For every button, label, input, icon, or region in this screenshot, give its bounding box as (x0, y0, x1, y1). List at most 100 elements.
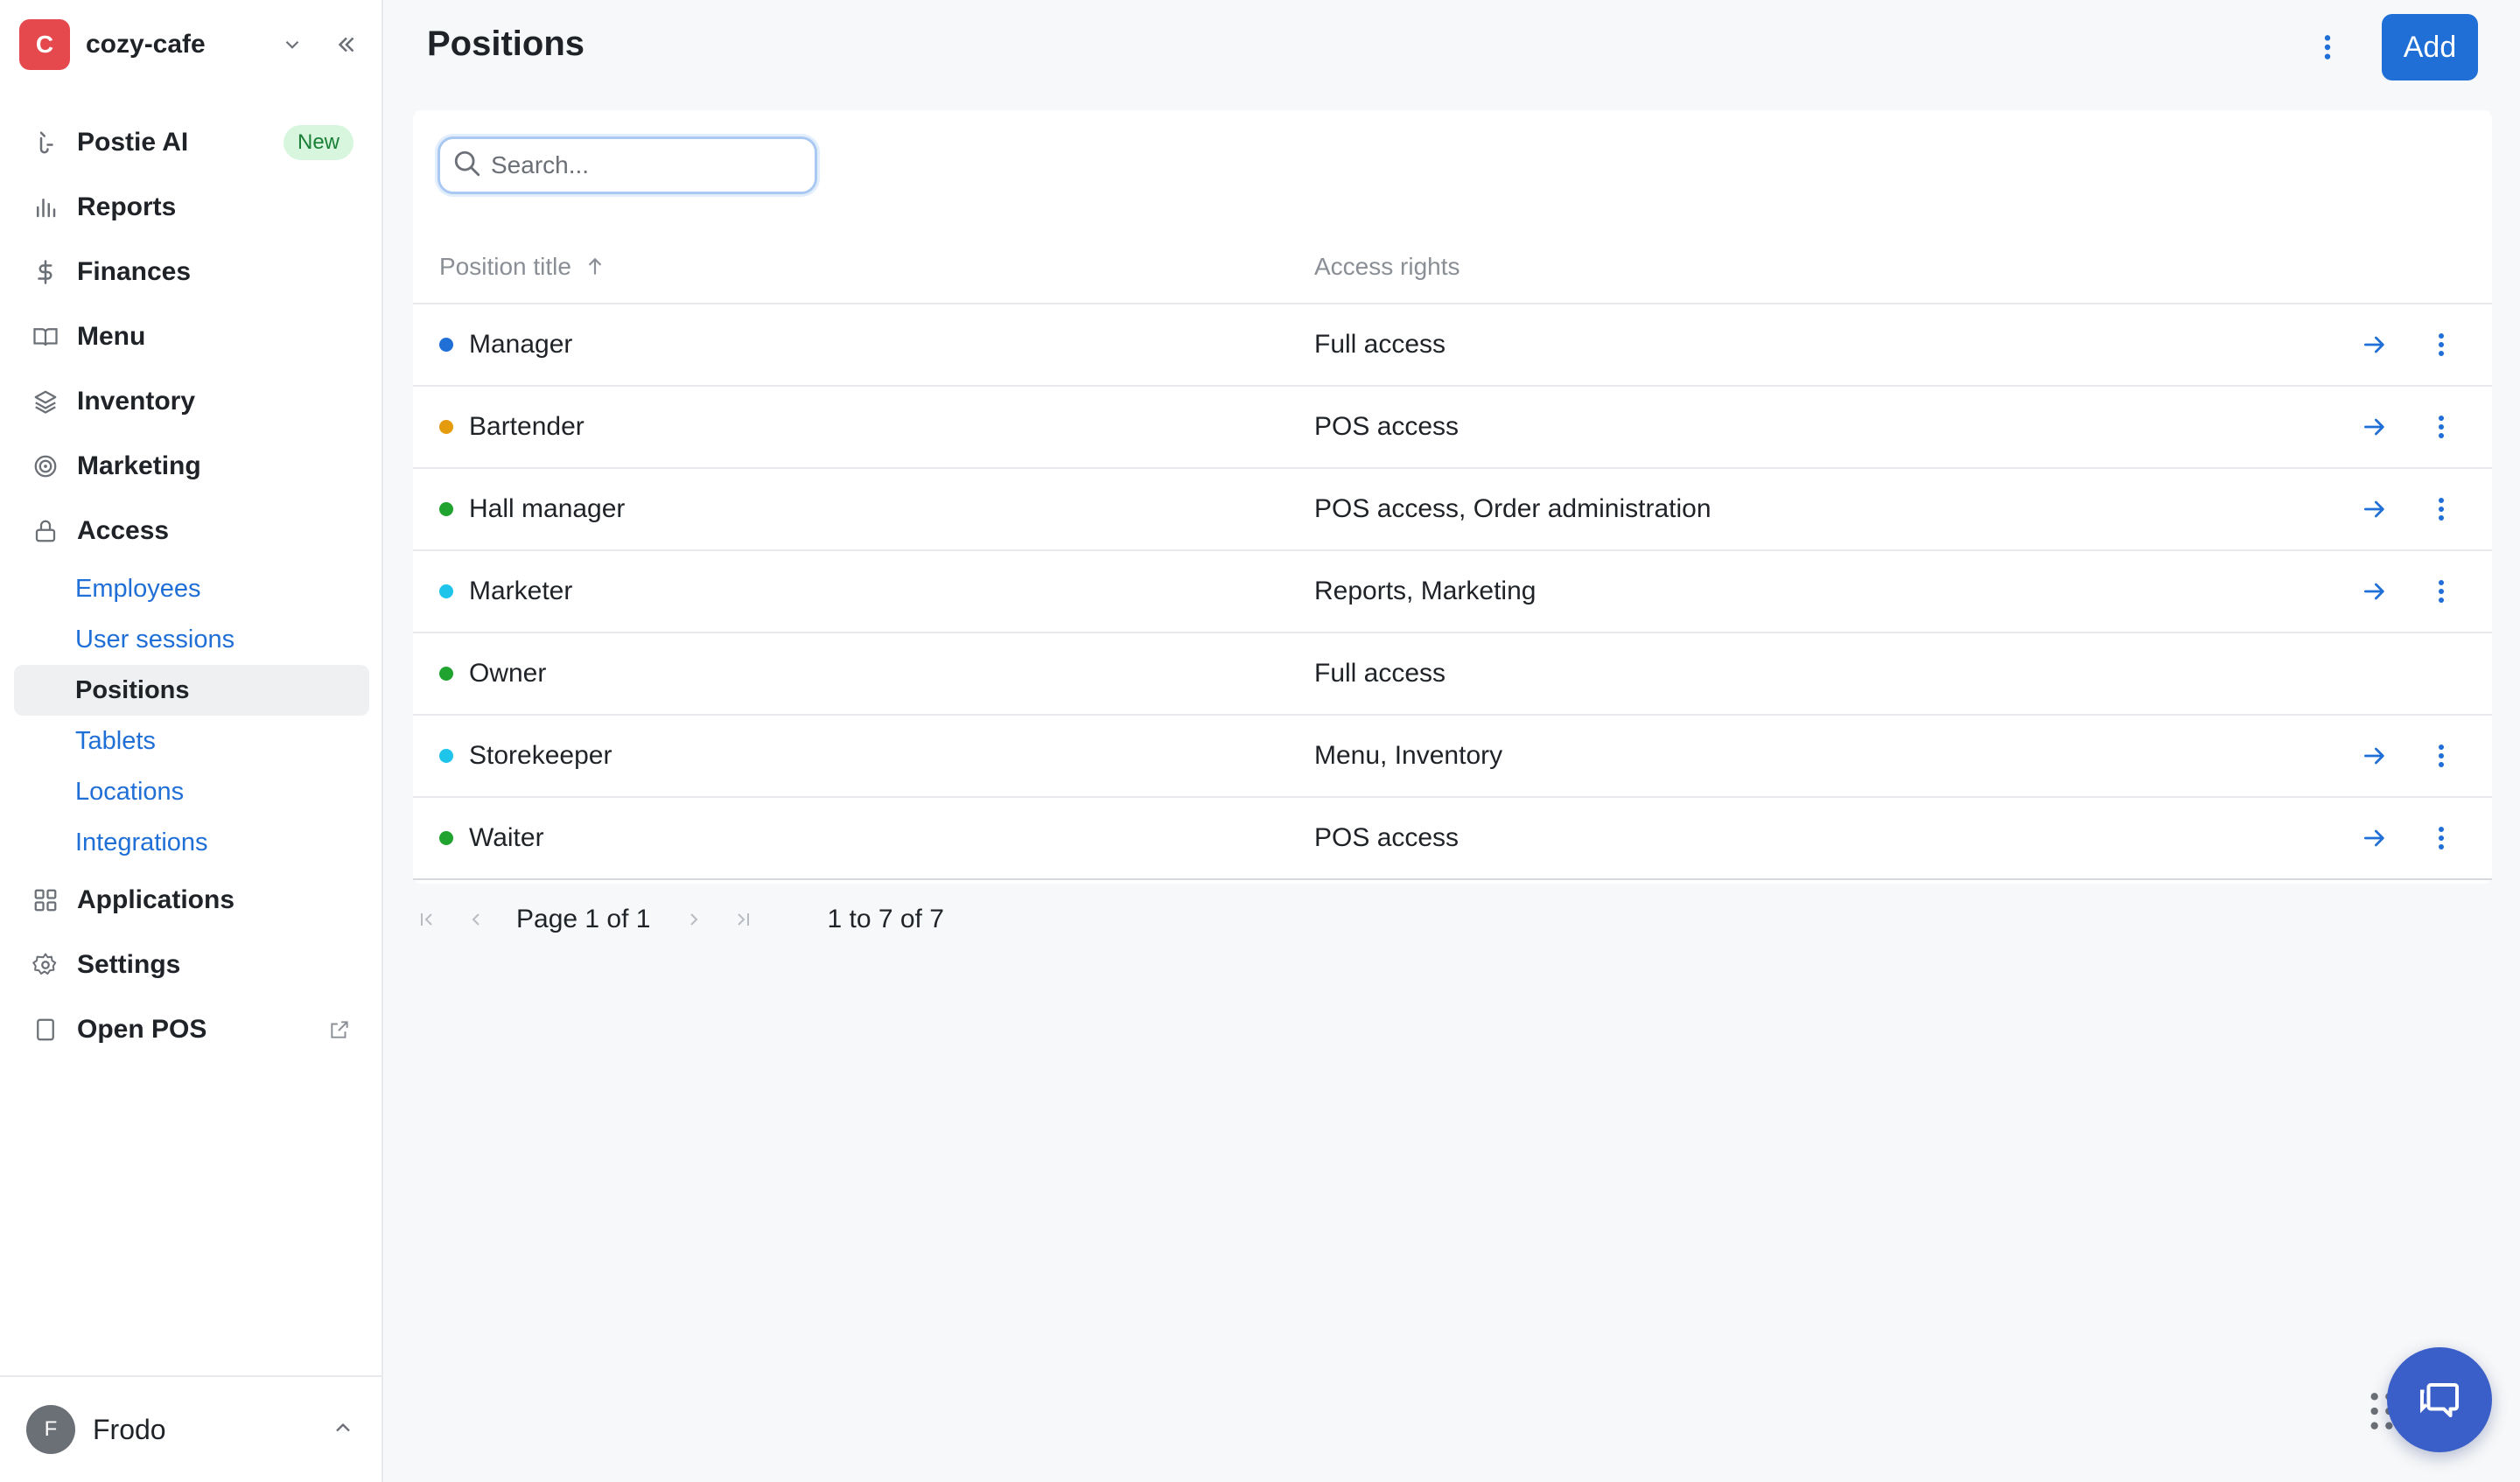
table-row[interactable]: Storekeeper Menu, Inventory (413, 716, 2492, 798)
row-count: 1 to 7 of 7 (827, 905, 944, 933)
sidebar-item-positions[interactable]: Positions (14, 665, 369, 716)
new-badge: New (283, 125, 354, 160)
nav-item-applications[interactable]: Applications (14, 868, 369, 933)
tablet-icon (30, 1014, 61, 1045)
access-rights: Menu, Inventory (1314, 741, 1503, 770)
nav-label: Finances (77, 257, 192, 286)
nav-item-open-pos[interactable]: Open POS (14, 997, 369, 1062)
position-title: Waiter (469, 823, 544, 852)
arrow-right-icon[interactable] (2357, 409, 2392, 444)
nav-item-reports[interactable]: Reports (14, 175, 369, 240)
column-header-access-rights[interactable]: Access rights (1314, 253, 1460, 281)
table-row[interactable]: Owner Full access (413, 633, 2492, 716)
arrow-right-icon[interactable] (2357, 738, 2392, 773)
page-title: Positions (427, 24, 585, 63)
access-rights: POS access, Order administration (1314, 494, 1712, 523)
access-rights: Reports, Marketing (1314, 577, 1536, 605)
nav-item-access[interactable]: Access (14, 499, 369, 563)
row-more-options-icon[interactable] (2424, 574, 2459, 609)
sidebar-item-employees[interactable]: Employees (14, 563, 369, 614)
nav-item-inventory[interactable]: Inventory (14, 369, 369, 434)
access-rights: POS access (1314, 823, 1460, 852)
position-color-dot (439, 831, 453, 845)
sort-ascending-icon (584, 255, 608, 279)
dollar-icon (30, 256, 61, 288)
row-more-options-icon[interactable] (2424, 327, 2459, 362)
positions-table-card: Position title Access rights Manager Full… (413, 110, 2492, 884)
row-more-options-icon[interactable] (2424, 492, 2459, 527)
nav-label: Open POS (77, 1015, 207, 1044)
table-row[interactable]: Manager Full access (413, 304, 2492, 387)
nav-label: Marketing (77, 451, 201, 480)
more-options-icon[interactable] (2310, 30, 2345, 65)
last-page-icon[interactable] (725, 902, 760, 937)
position-color-dot (439, 667, 453, 681)
arrow-right-icon[interactable] (2357, 327, 2392, 362)
sidebar-item-user-sessions[interactable]: User sessions (14, 614, 369, 665)
row-more-options-icon[interactable] (2424, 738, 2459, 773)
lock-icon (30, 515, 61, 547)
position-title: Owner (469, 659, 547, 688)
table-row[interactable]: Waiter POS access (413, 798, 2492, 880)
nav-item-finances[interactable]: Finances (14, 240, 369, 304)
chat-icon (2413, 1372, 2466, 1429)
chat-support-button[interactable] (2387, 1347, 2492, 1452)
gear-icon (30, 949, 61, 981)
table-header: Position title Access rights (413, 231, 2492, 304)
nav-label: Access (77, 516, 170, 545)
position-color-dot (439, 584, 453, 598)
next-page-icon[interactable] (676, 902, 711, 937)
sidebar: C cozy-cafe Postie AI New Reports Financ… (0, 0, 383, 1482)
user-name: Frodo (93, 1413, 166, 1445)
target-icon (30, 451, 61, 482)
arrow-right-icon[interactable] (2357, 492, 2392, 527)
layers-icon (30, 386, 61, 417)
position-title: Bartender (469, 412, 584, 441)
prev-page-icon[interactable] (458, 902, 494, 937)
first-page-icon[interactable] (410, 902, 444, 937)
access-rights: POS access (1314, 412, 1460, 441)
main-content: Positions Add Position title (383, 0, 2520, 1482)
nav-label: Inventory (77, 387, 196, 416)
book-icon (30, 321, 61, 353)
table-row[interactable]: Marketer Reports, Marketing (413, 551, 2492, 633)
position-color-dot (439, 420, 453, 434)
venue-switcher[interactable]: C cozy-cafe (19, 19, 364, 70)
access-rights: Full access (1314, 330, 1446, 359)
grid-icon (30, 884, 61, 916)
row-more-options-icon[interactable] (2424, 409, 2459, 444)
arrow-right-icon[interactable] (2357, 821, 2392, 856)
search-box[interactable] (438, 136, 817, 194)
column-header-position-title[interactable]: Position title (439, 253, 608, 281)
add-button[interactable]: Add (2382, 14, 2478, 80)
nav-label: Applications (77, 885, 235, 914)
page-indicator: Page 1 of 1 (516, 905, 651, 933)
nav-item-menu[interactable]: Menu (14, 304, 369, 369)
sidebar-item-locations[interactable]: Locations (14, 766, 369, 817)
table-row[interactable]: Hall manager POS access, Order administra… (413, 469, 2492, 551)
postie-ai-icon (30, 127, 61, 158)
row-more-options-icon[interactable] (2424, 821, 2459, 856)
position-title: Manager (469, 330, 573, 359)
external-link-icon (326, 1016, 354, 1044)
chevron-down-icon[interactable] (275, 27, 310, 62)
sidebar-item-integrations[interactable]: Integrations (14, 817, 369, 868)
user-menu[interactable]: F Frodo (0, 1375, 382, 1482)
sidebar-item-tablets[interactable]: Tablets (14, 716, 369, 766)
access-rights: Full access (1314, 659, 1446, 688)
search-input[interactable] (491, 151, 788, 179)
position-color-dot (439, 338, 453, 352)
table-row[interactable]: Bartender POS access (413, 387, 2492, 469)
nav-label: Settings (77, 950, 181, 979)
chevron-up-icon[interactable] (331, 1416, 355, 1444)
collapse-sidebar-icon[interactable] (329, 27, 364, 62)
column-label: Position title (439, 253, 571, 280)
nav-item-marketing[interactable]: Marketing (14, 434, 369, 499)
nav-item-settings[interactable]: Settings (14, 933, 369, 997)
arrow-right-icon[interactable] (2357, 574, 2392, 609)
pagination: Page 1 of 1 1 to 7 of 7 (410, 887, 944, 952)
avatar: F (26, 1405, 75, 1454)
column-label: Access rights (1314, 253, 1460, 280)
nav-item-postie-ai[interactable]: Postie AI New (14, 110, 369, 175)
venue-logo: C (19, 19, 70, 70)
